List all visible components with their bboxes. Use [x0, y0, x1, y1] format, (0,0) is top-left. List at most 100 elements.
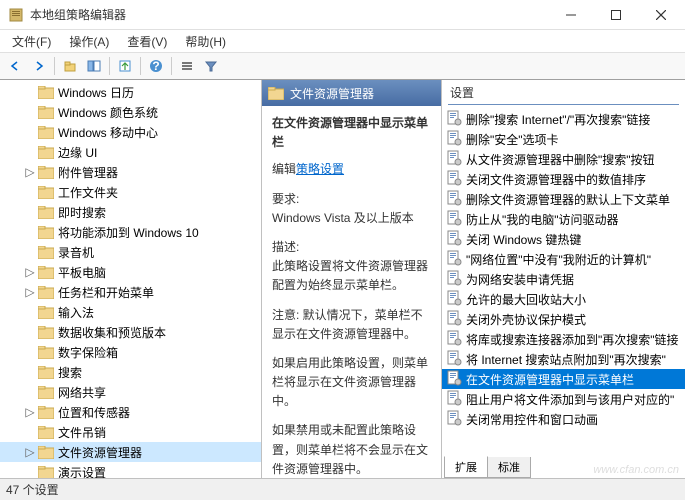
tree-item[interactable]: 搜索 [0, 362, 261, 382]
expander-icon[interactable] [24, 186, 36, 198]
tree-item[interactable]: ▷ 文件资源管理器 [0, 442, 261, 462]
expander-icon[interactable] [24, 126, 36, 138]
policy-icon [446, 330, 462, 349]
tree-item-label: Windows 移动中心 [58, 124, 158, 141]
minimize-button[interactable] [548, 0, 593, 30]
policy-icon [446, 390, 462, 409]
tree-item[interactable]: ▷附件管理器 [0, 162, 261, 182]
up-button[interactable] [59, 55, 81, 77]
tree-item[interactable]: Windows 颜色系统 [0, 102, 261, 122]
setting-item[interactable]: 关闭 Windows 键热键 [442, 229, 685, 249]
expander-icon[interactable] [24, 466, 36, 478]
tree-item[interactable]: 边缘 UI [0, 142, 261, 162]
expander-icon[interactable] [24, 366, 36, 378]
tree-pane[interactable]: Windows 日历Windows 颜色系统Windows 移动中心边缘 UI▷… [0, 80, 262, 478]
tree-item[interactable]: 输入法 [0, 302, 261, 322]
tree-item[interactable]: 即时搜索 [0, 202, 261, 222]
setting-item[interactable]: 关闭外壳协议保护模式 [442, 309, 685, 329]
expander-icon[interactable] [24, 346, 36, 358]
content-area: Windows 日历Windows 颜色系统Windows 移动中心边缘 UI▷… [0, 80, 685, 478]
policy-icon [446, 110, 462, 129]
menu-file[interactable]: 文件(F) [4, 31, 59, 52]
expander-icon[interactable] [24, 306, 36, 318]
menu-help[interactable]: 帮助(H) [177, 31, 234, 52]
tree-item[interactable]: 工作文件夹 [0, 182, 261, 202]
export-button[interactable] [114, 55, 136, 77]
setting-item[interactable]: 关闭文件资源管理器中的数值排序 [442, 169, 685, 189]
maximize-button[interactable] [593, 0, 638, 30]
expander-icon[interactable]: ▷ [24, 166, 36, 178]
menu-view[interactable]: 查看(V) [119, 31, 175, 52]
window-title: 本地组策略编辑器 [30, 6, 548, 23]
expander-icon[interactable] [24, 246, 36, 258]
toolbar: ? [0, 52, 685, 80]
expander-icon[interactable] [24, 226, 36, 238]
edit-policy-link[interactable]: 策略设置 [296, 162, 344, 176]
forward-button[interactable] [28, 55, 50, 77]
settings-pane: 设置 删除"搜索 Internet"/"再次搜索"链接删除"安全"选项卡从文件资… [442, 80, 685, 478]
tree-item[interactable]: 网络共享 [0, 382, 261, 402]
expander-icon[interactable]: ▷ [24, 266, 36, 278]
close-button[interactable] [638, 0, 683, 30]
description-header: 文件资源管理器 [262, 80, 441, 106]
expander-icon[interactable]: ▷ [24, 286, 36, 298]
tree-item-label: 数据收集和预览版本 [58, 324, 166, 341]
tree-item[interactable]: ▷位置和传感器 [0, 402, 261, 422]
back-button[interactable] [4, 55, 26, 77]
expander-icon[interactable]: ▷ [24, 406, 36, 418]
tab-extended[interactable]: 扩展 [444, 456, 488, 478]
svg-text:?: ? [152, 59, 159, 73]
setting-item[interactable]: 将 Internet 搜索站点附加到"再次搜索" [442, 349, 685, 369]
tab-standard[interactable]: 标准 [487, 457, 531, 478]
setting-item[interactable]: 阻止用户将文件添加到与该用户对应的" [442, 389, 685, 409]
setting-item[interactable]: "网络位置"中没有"我附近的计算机" [442, 249, 685, 269]
tree-item[interactable]: Windows 日历 [0, 82, 261, 102]
tree-item[interactable]: ▷平板电脑 [0, 262, 261, 282]
tree-item-label: 任务栏和开始菜单 [58, 284, 154, 301]
tree-item-label: 即时搜索 [58, 204, 106, 221]
expander-icon[interactable] [24, 386, 36, 398]
setting-item-label: 允许的最大回收站大小 [466, 291, 586, 308]
filter-button[interactable] [200, 55, 222, 77]
tree-item-label: 文件吊销 [58, 424, 106, 441]
help-button[interactable]: ? [145, 55, 167, 77]
tree-item[interactable]: 数据收集和预览版本 [0, 322, 261, 342]
expander-icon[interactable] [24, 206, 36, 218]
expander-icon[interactable] [24, 146, 36, 158]
show-hide-tree-button[interactable] [83, 55, 105, 77]
settings-list[interactable]: 删除"搜索 Internet"/"再次搜索"链接删除"安全"选项卡从文件资源管理… [442, 109, 685, 456]
tree-item-label: 网络共享 [58, 384, 106, 401]
menu-action[interactable]: 操作(A) [61, 31, 117, 52]
disable-text: 如果禁用或未配置此策略设置，则菜单栏将不会显示在文件资源管理器中。 [272, 421, 431, 478]
setting-item[interactable]: 删除文件资源管理器的默认上下文菜单 [442, 189, 685, 209]
expander-icon[interactable] [24, 426, 36, 438]
setting-item[interactable]: 将库或搜索连接器添加到"再次搜索"链接 [442, 329, 685, 349]
tree-item-label: 数字保险箱 [58, 344, 118, 361]
expander-icon[interactable] [24, 106, 36, 118]
setting-item[interactable]: 从文件资源管理器中删除"搜索"按钮 [442, 149, 685, 169]
setting-item[interactable]: 关闭常用控件和窗口动画 [442, 409, 685, 429]
tree-item[interactable]: 数字保险箱 [0, 342, 261, 362]
expander-icon[interactable] [24, 326, 36, 338]
tree-item-label: 搜索 [58, 364, 82, 381]
policy-icon [446, 370, 462, 389]
tree-item[interactable]: Windows 移动中心 [0, 122, 261, 142]
setting-item[interactable]: 防止从"我的电脑"访问驱动器 [442, 209, 685, 229]
expander-icon[interactable] [24, 86, 36, 98]
expander-icon[interactable]: ▷ [24, 446, 36, 458]
tree-item[interactable]: 演示设置 [0, 462, 261, 478]
tree-item[interactable]: 将功能添加到 Windows 10 [0, 222, 261, 242]
setting-item[interactable]: 删除"搜索 Internet"/"再次搜索"链接 [442, 109, 685, 129]
setting-item[interactable]: 删除"安全"选项卡 [442, 129, 685, 149]
setting-item[interactable]: 为网络安装申请凭据 [442, 269, 685, 289]
policy-icon [446, 230, 462, 249]
tree-item[interactable]: 文件吊销 [0, 422, 261, 442]
setting-item[interactable]: 在文件资源管理器中显示菜单栏 [442, 369, 685, 389]
setting-item-label: 将库或搜索连接器添加到"再次搜索"链接 [466, 331, 679, 348]
settings-column-header[interactable]: 设置 [442, 80, 685, 102]
tree-item[interactable]: 录音机 [0, 242, 261, 262]
filter-options-button[interactable] [176, 55, 198, 77]
tree-item[interactable]: ▷ 任务栏和开始菜单 [0, 282, 261, 302]
tree-item-label: 文件资源管理器 [58, 444, 142, 461]
setting-item[interactable]: 允许的最大回收站大小 [442, 289, 685, 309]
